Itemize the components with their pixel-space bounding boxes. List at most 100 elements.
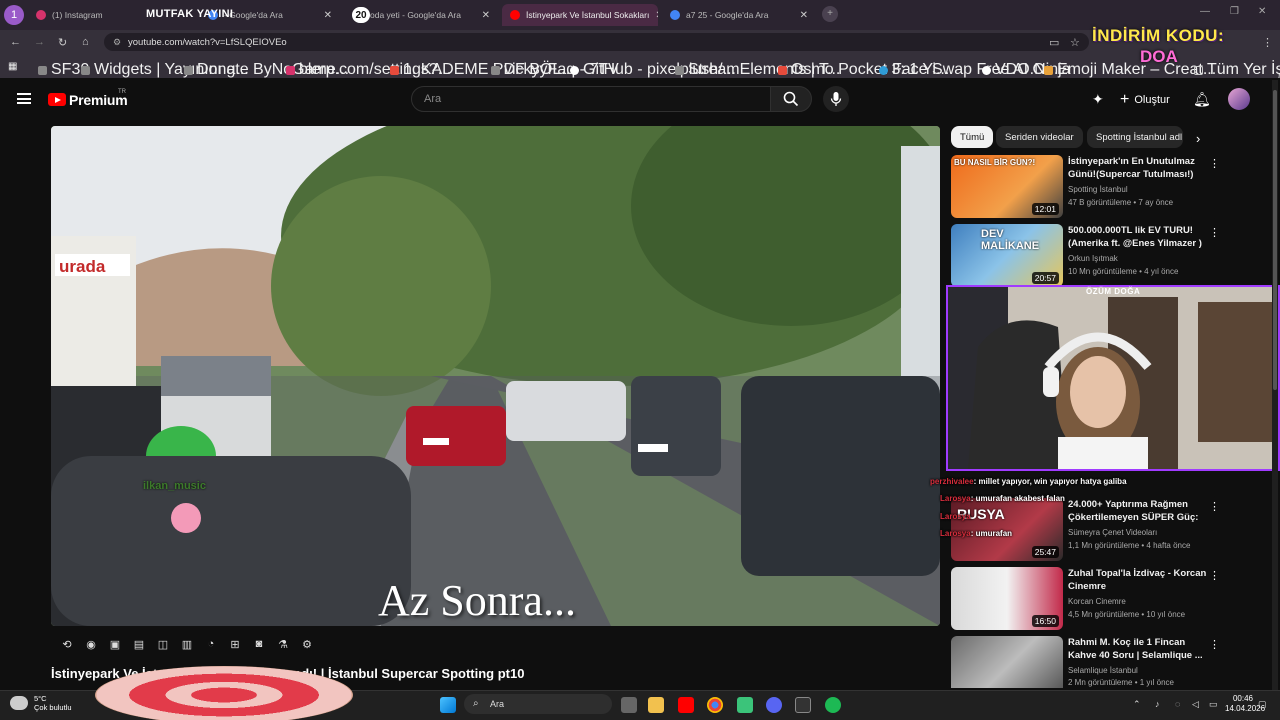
maximize-icon[interactable]: ❐ — [1230, 6, 1239, 17]
more-actions-icon[interactable]: ⋮ — [1209, 226, 1220, 239]
stream-overlay-title: MUTFAK YAYINI — [146, 8, 234, 20]
recommendation-item[interactable]: Rahmi M. Koç ile 1 Fincan Kahve 40 Soru … — [951, 636, 1221, 688]
spotify-icon[interactable] — [825, 697, 841, 713]
microphone-tray-icon[interactable]: ♪ — [1155, 699, 1160, 709]
more-actions-icon[interactable]: ⋮ — [1209, 569, 1220, 582]
video-caption: Az Sonra... — [378, 576, 576, 625]
picture-in-picture-icon[interactable]: ◫ — [153, 635, 173, 653]
system-clock[interactable]: 00:46 14.04.2026 — [1225, 694, 1265, 714]
youtube-app-icon[interactable] — [678, 697, 694, 713]
scrollbar-thumb[interactable] — [1273, 90, 1277, 390]
address-bar[interactable]: ⚙ youtube.com/watch?v=LfSLQEIOVEo — [104, 33, 1089, 51]
channel-name[interactable]: Sümeyra Çenet Videoları — [1068, 528, 1157, 537]
recommendation-title[interactable]: 500.000.000TL lik EV TURU! (Amerika ft. … — [1068, 225, 1208, 250]
back-icon[interactable]: ← — [10, 36, 21, 48]
recommendation-title[interactable]: Rahmi M. Koç ile 1 Fincan Kahve 40 Soru … — [1068, 637, 1208, 662]
network-icon[interactable]: ◌ — [1175, 699, 1180, 709]
channel-name[interactable]: Orkun Işıtmak — [1068, 254, 1118, 263]
video-meta: 10 Mn görüntüleme • 4 yıl önce — [1068, 267, 1179, 276]
close-tab-icon[interactable]: ✕ — [324, 10, 332, 21]
close-tab-icon[interactable]: ✕ — [482, 10, 490, 21]
forward-icon[interactable]: → — [34, 36, 45, 48]
create-button[interactable]: + Oluştur — [1120, 90, 1170, 110]
search-input[interactable]: Ara — [411, 86, 771, 112]
video-thumbnail[interactable]: DEV MALİKANE 20:57 — [951, 224, 1063, 287]
apps-icon[interactable]: ▦ — [8, 61, 17, 72]
search-icon — [783, 91, 799, 107]
bookmark-star-icon[interactable]: ☆ — [1070, 36, 1080, 49]
taskbar-search[interactable]: ⌕ Ara — [464, 694, 612, 714]
tab-youtube-video[interactable]: İstinyepark Ve İstanbul Sokakları ✕ — [502, 4, 658, 26]
channel-name[interactable]: Spotting İstanbul — [1068, 185, 1128, 194]
recommendation-title[interactable]: İstinyepark'ın En Unutulmaz Günü!(Superc… — [1068, 156, 1208, 181]
terminal-icon[interactable] — [795, 697, 811, 713]
more-actions-icon[interactable]: ⋮ — [1209, 638, 1220, 651]
camera-icon[interactable]: ◙ — [249, 635, 269, 653]
screenshot-icon[interactable]: ▣ — [105, 635, 125, 653]
search-icon: ⌕ — [473, 698, 479, 709]
recommendation-title[interactable]: 24.000+ Yaptırıma Rağmen Çökertilemeyen … — [1068, 499, 1208, 525]
chip-channel[interactable]: Spotting İstanbul adlı — [1087, 126, 1183, 148]
app-icon[interactable] — [737, 697, 753, 713]
site-info-icon[interactable]: ⚙ — [113, 37, 121, 48]
loop-icon[interactable]: ⟲ — [57, 635, 77, 653]
channel-name[interactable]: Selamlique İstanbul — [1068, 666, 1138, 675]
chrome-icon[interactable] — [707, 697, 723, 713]
extension-icon[interactable]: ✦ — [1092, 91, 1104, 108]
more-actions-icon[interactable]: ⋮ — [1209, 157, 1220, 170]
browser-menu-icon[interactable]: ⋮ — [1262, 36, 1273, 49]
discord-icon[interactable] — [766, 697, 782, 713]
home-icon[interactable]: ⌂ — [82, 36, 89, 48]
weather-widget[interactable]: 5°C Çok bulutlu — [10, 694, 72, 712]
recommendation-item[interactable]: DEV MALİKANE 20:57 500.000.000TL lik EV … — [951, 224, 1221, 287]
settings-gear-icon[interactable]: ⚙ — [297, 635, 317, 653]
avatar[interactable] — [1228, 88, 1250, 110]
more-actions-icon[interactable]: ⋮ — [1209, 500, 1220, 513]
close-tab-icon[interactable]: ✕ — [800, 10, 808, 21]
chat-message: Larosya — [940, 512, 971, 521]
minimize-icon[interactable]: — — [1200, 6, 1210, 17]
recommendation-item[interactable]: BU NASIL BİR GÜN?! 12:01 İstinyepark'ın … — [951, 155, 1221, 218]
search-button[interactable] — [770, 86, 812, 112]
speed-icon[interactable]: ◔ — [201, 635, 221, 653]
browser-profile-badge[interactable]: 1 — [4, 5, 24, 25]
task-view-icon[interactable] — [621, 697, 637, 713]
battery-icon[interactable]: ▭ — [1209, 699, 1218, 710]
webcam-frame — [948, 287, 1278, 469]
file-explorer-icon[interactable] — [648, 697, 664, 713]
youtube-logo-icon[interactable] — [48, 93, 66, 106]
channel-name[interactable]: Korcan Cinemre — [1068, 597, 1126, 606]
notification-icon[interactable]: ▢ — [1258, 699, 1267, 710]
chip-series[interactable]: Seriden videolar — [996, 126, 1083, 148]
reload-icon[interactable]: ↻ — [58, 36, 67, 49]
theater-icon[interactable]: ▥ — [177, 635, 197, 653]
flask-icon[interactable]: ⚗ — [273, 635, 293, 653]
add-icon[interactable]: ⊞ — [225, 635, 245, 653]
audio-icon[interactable]: ◉ — [81, 635, 101, 653]
clapper-icon[interactable]: ▤ — [129, 635, 149, 653]
close-tab-icon[interactable]: ✕ — [655, 10, 658, 21]
notifications-bell-icon[interactable]: 🔔︎ — [1193, 91, 1211, 108]
bookmark-item[interactable]: Emoji Maker – Creat... — [1044, 61, 1216, 79]
volume-icon[interactable]: ◁ — [1192, 699, 1199, 710]
page-scrollbar[interactable] — [1272, 80, 1278, 690]
video-thumbnail[interactable]: BU NASIL BİR GÜN?! 12:01 — [951, 155, 1063, 218]
video-player[interactable]: urada — [51, 126, 940, 626]
voice-search-button[interactable] — [823, 86, 849, 112]
video-thumbnail[interactable] — [951, 636, 1063, 688]
close-window-icon[interactable]: ✕ — [1258, 6, 1266, 17]
chevron-right-icon[interactable]: › — [1196, 131, 1200, 146]
windows-start-icon[interactable] — [440, 697, 456, 713]
recommendation-title[interactable]: Zuhal Topal'la İzdivaç - Korcan Cinemre — [1068, 568, 1208, 593]
tab-google-search-3[interactable]: a7 25 - Google'da Ara ✕ — [662, 4, 816, 26]
video-thumbnail[interactable]: 16:50 — [951, 567, 1063, 630]
chevron-up-icon[interactable]: ⌃ — [1133, 699, 1141, 710]
new-tab-button[interactable]: + — [822, 6, 838, 22]
all-bookmarks-folder[interactable]: Tüm Yer İşaretleri — [1194, 61, 1280, 79]
chat-message: perzhivalee: millet yapıyor, win yapıyor… — [930, 477, 1127, 486]
cast-icon[interactable]: ▭ — [1049, 36, 1059, 49]
recommendation-item[interactable]: 16:50 Zuhal Topal'la İzdivaç - Korcan Ci… — [951, 567, 1221, 630]
duration-badge: 25:47 — [1031, 546, 1059, 558]
chip-all[interactable]: Tümü — [951, 126, 994, 148]
menu-icon[interactable] — [17, 93, 31, 104]
